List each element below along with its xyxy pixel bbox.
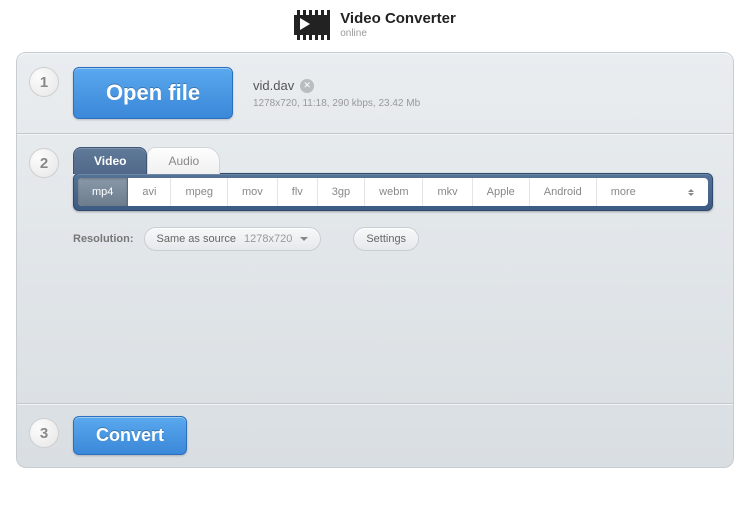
title-block: Video Converter online (340, 11, 456, 39)
format-apple[interactable]: Apple (473, 178, 530, 206)
remove-file-icon[interactable]: ✕ (300, 79, 314, 93)
section-format: 2 Video Audio mp4 avi mpeg mov flv 3gp w… (17, 134, 733, 404)
media-tabs: Video Audio (73, 146, 713, 173)
section-convert: 3 Convert (17, 404, 733, 467)
format-mpeg[interactable]: mpeg (171, 178, 228, 206)
convert-button[interactable]: Convert (73, 416, 187, 455)
app-title: Video Converter (340, 11, 456, 28)
format-mov[interactable]: mov (228, 178, 278, 206)
format-more-label: more (611, 186, 636, 198)
file-name: vid.dav (253, 78, 294, 93)
file-meta: vid.dav ✕ 1278x720, 11:18, 290 kbps, 23.… (253, 77, 420, 109)
format-3gp[interactable]: 3gp (318, 178, 365, 206)
step-badge-3: 3 (29, 418, 59, 448)
resolution-value: 1278x720 (244, 233, 292, 245)
format-android[interactable]: Android (530, 178, 597, 206)
step-badge-1: 1 (29, 67, 59, 97)
section-open-file: 1 Open file vid.dav ✕ 1278x720, 11:18, 2… (17, 53, 733, 134)
app-header: Video Converter online (0, 0, 750, 52)
tab-video[interactable]: Video (73, 147, 147, 174)
app-subtitle: online (340, 28, 456, 39)
format-bar: mp4 avi mpeg mov flv 3gp webm mkv Apple … (73, 173, 713, 211)
tab-audio[interactable]: Audio (147, 147, 220, 174)
resolution-label: Resolution: (73, 233, 134, 245)
main-panel: 1 Open file vid.dav ✕ 1278x720, 11:18, 2… (16, 52, 734, 468)
resolution-select[interactable]: Same as source 1278x720 (144, 227, 322, 251)
format-mp4[interactable]: mp4 (78, 178, 128, 206)
film-logo-icon (294, 10, 330, 40)
format-mkv[interactable]: mkv (423, 178, 472, 206)
step-badge-2: 2 (29, 148, 59, 178)
file-details: 1278x720, 11:18, 290 kbps, 23.42 Mb (253, 98, 420, 109)
open-file-button[interactable]: Open file (73, 67, 233, 119)
updown-icon (688, 189, 694, 196)
resolution-mode: Same as source (157, 233, 236, 245)
resolution-row: Resolution: Same as source 1278x720 Sett… (73, 227, 713, 251)
chevron-down-icon (300, 237, 308, 241)
format-avi[interactable]: avi (128, 178, 171, 206)
format-more[interactable]: more (597, 178, 708, 206)
format-flv[interactable]: flv (278, 178, 318, 206)
settings-button[interactable]: Settings (353, 227, 419, 251)
format-webm[interactable]: webm (365, 178, 423, 206)
